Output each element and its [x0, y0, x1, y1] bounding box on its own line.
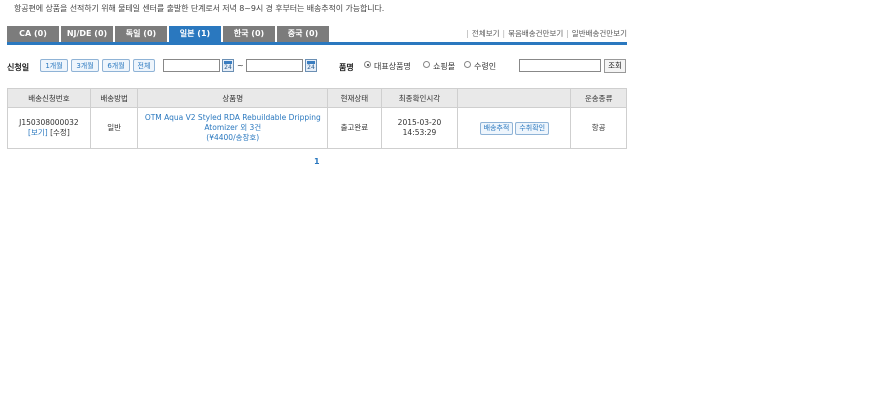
calendar-to-icon[interactable]: 24: [305, 59, 317, 72]
period-6month-button[interactable]: 6개월: [102, 59, 130, 72]
product-cell: OTM Aqua V2 Styled RDA Rebuildable Dripp…: [137, 107, 329, 149]
date-label: 신청일: [7, 63, 30, 72]
region-tabs: CA (0) NJ/DE (0) 독일 (0) 일본 (1) 한국 (0) 중국…: [7, 26, 627, 45]
tab-nj-de[interactable]: NJ/DE (0): [61, 26, 113, 42]
table-row: J150308000032 [보기] [수정] 일반 OTM Aqua V2 S…: [7, 107, 627, 149]
actions-cell: 배송추적 수취확인: [457, 107, 572, 149]
notice-text: 항공편에 상품을 선적하기 위해 물테일 센터를 출발한 단계로서 저녁 8~9…: [14, 4, 385, 13]
radio-representative-product[interactable]: [364, 61, 371, 68]
tab-ca[interactable]: CA (0): [7, 26, 59, 42]
radio-shopping-mall-label: 쇼핑몰: [433, 62, 456, 71]
confirm-date: 2015-03-20: [397, 118, 442, 127]
tab-germany[interactable]: 독일 (0): [115, 26, 167, 42]
header-method: 배송방법: [89, 88, 139, 108]
period-all-button[interactable]: 전체: [133, 59, 155, 72]
tab-china[interactable]: 중국 (0): [277, 26, 329, 42]
header-status: 현재상태: [327, 88, 382, 108]
confirm-time-cell: 2015-03-20 14:53:29: [380, 107, 459, 149]
product-name-link[interactable]: OTM Aqua V2 Styled RDA Rebuildable Dripp…: [145, 113, 321, 132]
search-filter-bar: 신청일 1개월 3개월 6개월 전체 24 ~ 24 품명 대표상품명 쇼핑몰 …: [7, 59, 627, 75]
view-normal-link[interactable]: 일반배송건만보기: [572, 29, 627, 38]
edit-link[interactable]: [수정]: [50, 128, 70, 137]
view-filter-links: | 전체보기 | 묶음배송건만보기 | 일반배송건만보기: [466, 29, 627, 38]
radio-recipient-label: 수령인: [474, 62, 497, 71]
date-from-input[interactable]: [163, 59, 220, 72]
status-cell: 출고완료: [327, 107, 382, 149]
table-header-row: 배송신청번호 배송방법 상품명 현재상태 최종확인시각 운송종류: [7, 88, 627, 108]
header-actions: [457, 88, 572, 108]
shipment-table: 배송신청번호 배송방법 상품명 현재상태 최종확인시각 운송종류 J150308…: [7, 88, 627, 149]
pagination-current-page[interactable]: 1: [314, 157, 320, 166]
header-transport: 운송종류: [570, 88, 627, 108]
transport-cell: 항공: [570, 107, 627, 149]
order-no-cell: J150308000032 [보기] [수정]: [7, 107, 91, 149]
header-product-name: 상품명: [137, 88, 329, 108]
tab-japan[interactable]: 일본 (1): [169, 26, 221, 42]
confirm-receipt-button[interactable]: 수취확인: [515, 121, 550, 135]
period-1month-button[interactable]: 1개월: [40, 59, 68, 72]
method-cell: 일반: [89, 107, 139, 149]
radio-recipient[interactable]: [464, 61, 471, 68]
tab-korea[interactable]: 한국 (0): [223, 26, 275, 42]
search-input[interactable]: [519, 59, 601, 72]
date-to-input[interactable]: [246, 59, 303, 72]
view-bundle-link[interactable]: 묶음배송건만보기: [508, 29, 563, 38]
radio-shopping-mall[interactable]: [423, 61, 430, 68]
radio-representative-product-label: 대표상품명: [374, 62, 411, 71]
header-confirm-time: 최종확인시각: [380, 88, 459, 108]
order-number: J150308000032: [19, 118, 79, 127]
product-label: 품명: [339, 63, 354, 72]
period-3month-button[interactable]: 3개월: [71, 59, 99, 72]
view-all-link[interactable]: 전체보기: [472, 29, 500, 38]
view-link[interactable]: [보기]: [28, 128, 48, 137]
confirm-time: 14:53:29: [402, 128, 437, 137]
calendar-from-icon[interactable]: 24: [222, 59, 234, 72]
product-price: (¥4400/송장호): [206, 133, 260, 142]
track-delivery-button[interactable]: 배송추적: [479, 121, 514, 135]
header-order-no: 배송신청번호: [7, 88, 91, 108]
date-range-separator: ~: [237, 61, 244, 70]
search-button[interactable]: 조회: [604, 59, 626, 73]
